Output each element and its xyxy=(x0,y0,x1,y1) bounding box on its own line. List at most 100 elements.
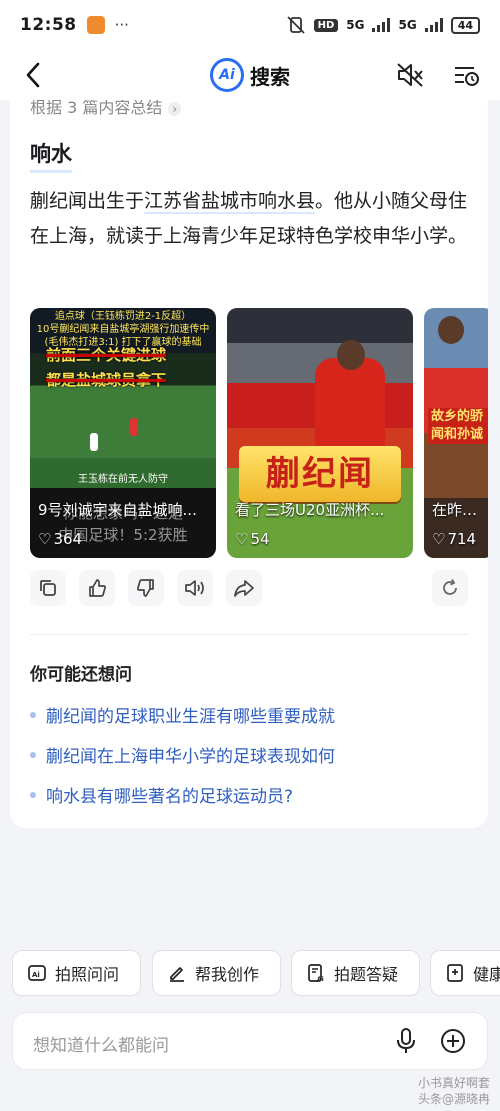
add-attachment-button[interactable] xyxy=(439,1027,467,1059)
player-figure xyxy=(90,433,98,451)
video-2-title: 看了三场U20亚洲杯... xyxy=(235,501,385,519)
status-indicators: HD 5G 5G 44 xyxy=(286,16,480,34)
video-card-2[interactable]: 蒯纪闻 看了三场U20亚洲杯... ♡ 54 xyxy=(227,308,413,558)
source-summary-label: 根据 3 篇内容总结 xyxy=(30,100,163,117)
video-card-1[interactable]: 追点球（王钰栋罚进2-1反超） 10号蒯纪闻来自盐城亭湖强行加速传中 (毛伟杰打… xyxy=(30,308,216,558)
watermark-line-1: 小书真好啊套 xyxy=(417,1076,490,1090)
health-record-icon xyxy=(447,964,463,982)
video-2-name-banner: 蒯纪闻 xyxy=(239,446,401,502)
back-button[interactable] xyxy=(18,60,48,90)
quick-action-chips: Ai 拍照问问 帮我创作 Ai 拍题答疑 健康 xyxy=(12,950,500,998)
dislike-button[interactable] xyxy=(128,570,164,606)
page-title: 搜索 xyxy=(250,64,290,89)
section-divider xyxy=(30,634,468,635)
voice-input-button[interactable] xyxy=(395,1027,417,1059)
like-button[interactable] xyxy=(79,570,115,606)
player-figure xyxy=(130,418,138,436)
video-1-like-count: 364 xyxy=(53,530,83,548)
nav-title-group: Ai 搜索 xyxy=(0,58,500,92)
more-notifications-icon: ··· xyxy=(114,16,129,34)
read-aloud-button[interactable] xyxy=(177,570,213,606)
video-1-overlay-line-2: 10号蒯纪闻来自盐城亭湖强行加速传中 xyxy=(36,324,210,335)
bullet-dot-icon xyxy=(30,791,36,798)
suggestion-text-3: 响水县有哪些著名的足球运动员? xyxy=(46,787,294,807)
suggestion-item-3[interactable]: 响水县有哪些著名的足球运动员? xyxy=(30,782,293,807)
plus-circle-icon xyxy=(441,1029,465,1053)
video-1-overlay-line-1: 追点球（王钰栋罚进2-1反超） xyxy=(54,311,192,322)
signal-5g-1: 5G xyxy=(346,18,365,32)
signal-5g-2: 5G xyxy=(398,18,417,32)
share-button[interactable] xyxy=(226,570,262,606)
regenerate-button[interactable] xyxy=(432,570,468,606)
history-list-icon xyxy=(455,67,479,86)
answer-paragraph: 蒯纪闻出生于江苏省盐城市响水县。他从小随父母住在上海，就读于上海青少年足球特色学… xyxy=(30,184,470,254)
source-summary[interactable]: 根据 3 篇内容总结 › xyxy=(30,100,182,118)
bullet-dot-icon xyxy=(30,711,36,718)
suggestion-item-2[interactable]: 蒯纪闻在上海申华小学的足球表现如何 xyxy=(30,742,335,767)
suggestion-text-1: 蒯纪闻的足球职业生涯有哪些重要成就 xyxy=(46,707,335,727)
suggestion-text-2: 蒯纪闻在上海申华小学的足球表现如何 xyxy=(46,747,335,767)
suggestion-item-1[interactable]: 蒯纪闻的足球职业生涯有哪些重要成就 xyxy=(30,702,335,727)
status-time: 12:58 xyxy=(20,15,77,35)
chip-label-homework: 拍题答疑 xyxy=(334,965,399,984)
video-2-likes: ♡ 54 xyxy=(235,530,270,548)
answer-card: 根据 3 篇内容总结 › 响水 蒯纪闻出生于江苏省盐城市响水县。他从小随父母住在上… xyxy=(10,100,488,828)
copy-button[interactable] xyxy=(30,570,66,606)
battery-indicator: 44 xyxy=(450,16,480,34)
video-3-likes: ♡ 714 xyxy=(432,530,476,548)
video-3-overlay-text: 故乡的骄 闻和孙诚 xyxy=(428,408,488,444)
video-3-title: 在昨晚结 xyxy=(432,501,486,519)
mute-button[interactable] xyxy=(396,62,424,92)
video-1-caption-1: 前面三个关键进球 xyxy=(46,346,167,364)
video-2-like-count: 54 xyxy=(250,530,270,548)
answer-heading: 响水 xyxy=(30,138,72,173)
video-1-small-caption: 王玉栋在前无人防守 xyxy=(78,474,168,485)
video-1-caption-2: 都是盐城球员拿下 xyxy=(46,371,167,389)
chevron-right-icon: › xyxy=(168,102,182,116)
suggestions-heading: 你可能还想问 xyxy=(30,665,132,685)
player-head xyxy=(438,316,464,344)
hd-badge: HD xyxy=(313,18,339,32)
signal-bars-icon-2 xyxy=(424,18,443,32)
chip-label-photo: 拍照问问 xyxy=(55,965,120,984)
app-logo: Ai xyxy=(210,58,244,92)
watermark: 小书真好啊套 头条@源晓冉 xyxy=(418,1075,490,1107)
chip-create[interactable]: 帮我创作 xyxy=(152,950,281,996)
ask-input[interactable]: 想知道什么都能问 xyxy=(33,1031,169,1056)
video-card-3[interactable]: 故乡的骄 闻和孙诚 在昨晚结 ♡714 xyxy=(424,308,488,558)
chip-homework[interactable]: Ai 拍题答疑 xyxy=(291,950,420,996)
thumbs-up-icon xyxy=(89,579,106,597)
speaker-icon xyxy=(185,580,204,596)
vibrate-mute-icon xyxy=(286,16,305,34)
chevron-left-icon xyxy=(26,62,40,88)
speaker-mute-icon xyxy=(397,63,423,87)
share-arrow-icon xyxy=(234,580,254,597)
svg-text:Ai: Ai xyxy=(317,976,324,983)
video-carousel[interactable]: 追点球（王钰栋罚进2-1反超） 10号蒯纪闻来自盐城亭湖强行加速传中 (毛伟杰打… xyxy=(30,308,488,558)
video-1-title: 9号刘诚宇来自盐城响... xyxy=(38,501,197,519)
answer-link-location[interactable]: 江苏省盐城市响水县 xyxy=(144,190,316,214)
thumbs-down-icon xyxy=(137,579,154,597)
chip-health[interactable]: 健康 xyxy=(430,950,500,996)
top-nav: Ai 搜索 xyxy=(0,50,500,100)
answer-text-a: 蒯纪闻出生于 xyxy=(30,190,145,212)
signal-bars-icon xyxy=(372,18,391,32)
chip-photo-ask[interactable]: Ai 拍照问问 xyxy=(12,950,141,996)
status-bar: 12:58 ··· HD 5G 5G 44 xyxy=(0,0,500,50)
copy-icon xyxy=(40,580,56,596)
ask-input-bar[interactable]: 想知道什么都能问 xyxy=(12,1012,488,1070)
answer-actions xyxy=(30,570,468,608)
heart-icon: ♡ xyxy=(432,530,446,548)
player-head xyxy=(337,340,365,370)
camera-ai-icon: Ai xyxy=(28,965,46,981)
microphone-icon xyxy=(397,1028,415,1053)
bullet-dot-icon xyxy=(30,751,36,758)
refresh-icon xyxy=(443,579,457,595)
pen-icon xyxy=(170,967,184,982)
watermark-line-2: 头条@源晓冉 xyxy=(417,1092,490,1106)
svg-text:Ai: Ai xyxy=(32,971,40,979)
heart-icon: ♡ xyxy=(38,530,52,548)
history-button[interactable] xyxy=(452,62,480,92)
video-3-like-count: 714 xyxy=(447,530,477,548)
heart-icon: ♡ xyxy=(235,530,249,548)
